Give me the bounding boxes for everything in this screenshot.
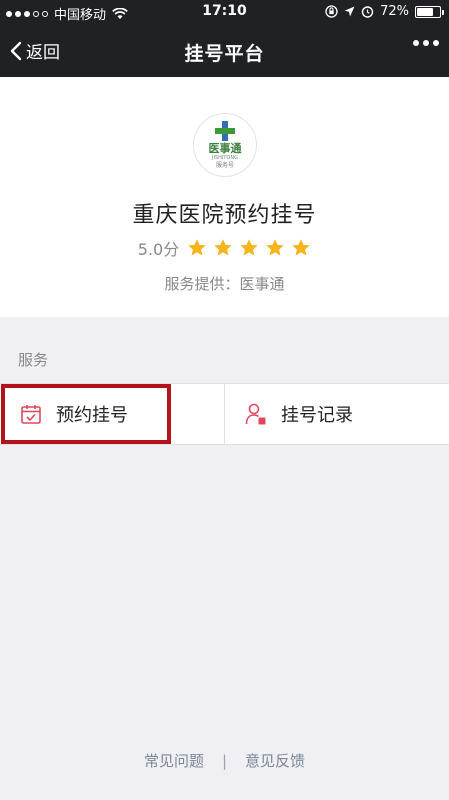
registration-records-label: 挂号记录 [281,405,353,426]
location-arrow-icon [344,6,355,17]
logo-subtext: JISHITONG [212,155,238,161]
logo-badge-text: 服务号 [215,162,234,169]
alarm-icon [361,6,374,18]
book-appointment-button[interactable]: 预约挂号 [0,384,224,444]
footer-links: 常见问题 | 意见反馈 [0,750,449,771]
rating-score: 5.0分 [137,240,180,259]
faq-link[interactable]: 常见问题 [144,750,204,771]
star-icon [240,239,258,256]
service-provider: 服务提供：医事通 [164,275,285,293]
logo-text: 医事通 [208,142,242,155]
account-name: 重庆医院预约挂号 [132,203,317,228]
rating-stars [187,238,311,258]
medical-cross-icon [215,121,235,141]
services-row: 预约挂号 挂号记录 [0,383,449,445]
star-icon [188,239,206,256]
page-title: 挂号平台 [184,43,265,65]
status-right: 72% [325,4,444,19]
nav-bar: 返回 挂号平台 [0,26,449,77]
more-dot-icon [423,40,429,46]
battery-label: 72% [380,4,409,19]
top-bar: 中国移动 17:10 72% 返回 挂号平台 [0,0,449,77]
section-label-services: 服务 [18,351,49,369]
star-icon [292,239,310,256]
star-icon [214,239,232,256]
rating: 5.0分 [0,236,449,260]
book-appointment-label: 预约挂号 [56,405,128,426]
footer-separator: | [221,751,228,770]
more-options-button[interactable] [413,40,439,46]
battery-icon [415,5,444,18]
feedback-link[interactable]: 意见反馈 [245,750,305,771]
user-record-icon [245,403,266,425]
calendar-icon [21,405,41,424]
profile-card: 医事通 JISHITONG 服务号 重庆医院预约挂号 5.0分 服务提供：医事通 [0,77,449,317]
registration-records-button[interactable]: 挂号记录 [224,384,449,444]
status-bar: 中国移动 17:10 72% [0,0,449,26]
account-logo: 医事通 JISHITONG 服务号 [193,113,257,177]
star-icon [266,239,284,256]
more-dot-icon [433,40,439,46]
rotation-lock-icon [325,5,338,18]
more-dot-icon [413,40,419,46]
